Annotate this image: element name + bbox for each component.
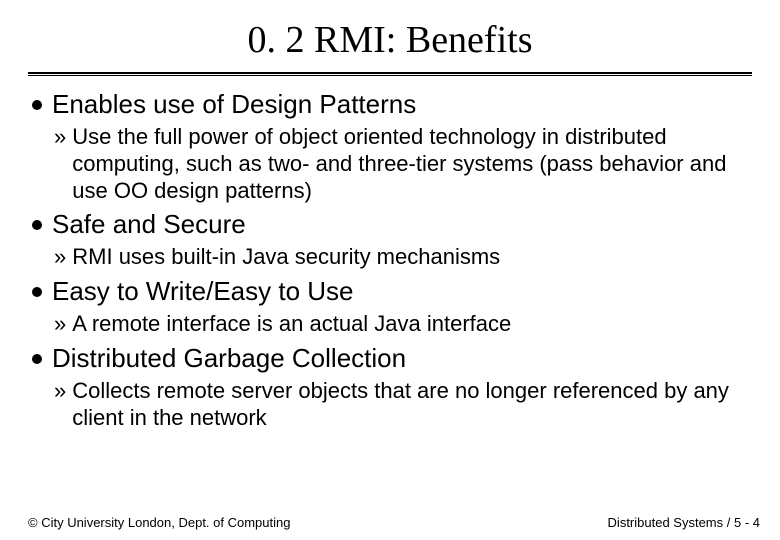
subitem-text: RMI uses built-in Java security mechanis… (72, 244, 500, 271)
item-heading: Safe and Secure (52, 210, 246, 240)
footer-left: © City University London, Dept. of Compu… (28, 515, 290, 530)
list-item: Safe and Secure (32, 210, 748, 240)
bullet-icon (32, 100, 42, 110)
list-subitem: » Use the full power of object oriented … (32, 124, 748, 204)
bullet-icon (32, 287, 42, 297)
list-subitem: » RMI uses built-in Java security mechan… (32, 244, 748, 271)
list-item: Distributed Garbage Collection (32, 344, 748, 374)
subitem-text: Collects remote server objects that are … (72, 378, 748, 432)
chevron-icon: » (54, 311, 66, 337)
list-subitem: » A remote interface is an actual Java i… (32, 311, 748, 338)
subitem-text: A remote interface is an actual Java int… (72, 311, 511, 338)
item-heading: Distributed Garbage Collection (52, 344, 406, 374)
chevron-icon: » (54, 378, 66, 404)
list-item: Enables use of Design Patterns (32, 90, 748, 120)
title-divider (28, 72, 752, 76)
bullet-icon (32, 354, 42, 364)
item-heading: Easy to Write/Easy to Use (52, 277, 354, 307)
subitem-text: Use the full power of object oriented te… (72, 124, 748, 204)
bullet-icon (32, 220, 42, 230)
slide-footer: © City University London, Dept. of Compu… (28, 515, 760, 530)
footer-right: Distributed Systems / 5 - 4 (608, 515, 760, 530)
chevron-icon: » (54, 124, 66, 150)
list-subitem: » Collects remote server objects that ar… (32, 378, 748, 432)
bullet-content: Enables use of Design Patterns » Use the… (28, 90, 752, 431)
chevron-icon: » (54, 244, 66, 270)
item-heading: Enables use of Design Patterns (52, 90, 416, 120)
slide-title: 0. 2 RMI: Benefits (28, 18, 752, 62)
list-item: Easy to Write/Easy to Use (32, 277, 748, 307)
